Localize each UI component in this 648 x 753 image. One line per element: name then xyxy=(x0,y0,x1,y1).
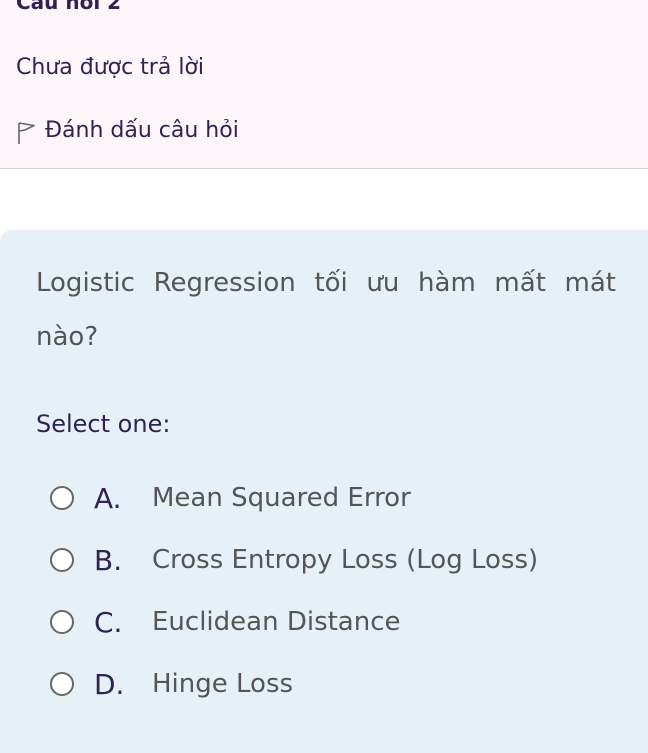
question-text: Logistic Regression tối ưu hàm mất mát n… xyxy=(36,268,616,352)
answer-option-b[interactable]: B. Cross Entropy Loss (Log Loss) xyxy=(50,540,538,580)
flag-question-toggle[interactable]: Đánh dấu câu hỏi xyxy=(16,114,239,146)
question-state: Chưa được trả lời xyxy=(16,55,205,80)
radio-button[interactable] xyxy=(50,486,74,510)
option-letter: B. xyxy=(94,543,123,577)
answer-option-a[interactable]: A. Mean Squared Error xyxy=(50,478,411,518)
radio-button[interactable] xyxy=(50,610,74,634)
answer-option-d[interactable]: D. Hinge Loss xyxy=(50,664,293,704)
option-label: Hinge Loss xyxy=(152,669,294,699)
option-label: Mean Squared Error xyxy=(152,483,411,513)
radio-button[interactable] xyxy=(50,672,74,696)
option-letter: D. xyxy=(94,667,125,701)
option-letter: A. xyxy=(94,481,122,515)
answer-option-c[interactable]: C. Euclidean Distance xyxy=(50,602,401,642)
flag-outline-icon xyxy=(16,121,36,145)
radio-button[interactable] xyxy=(50,548,74,572)
option-label: Cross Entropy Loss (Log Loss) xyxy=(152,545,539,575)
option-letter: C. xyxy=(94,605,123,639)
select-one-prompt: Select one: xyxy=(36,410,171,438)
flag-question-label: Đánh dấu câu hỏi xyxy=(45,117,239,143)
option-label: Euclidean Distance xyxy=(152,607,401,637)
question-number: Câu hỏi 2 xyxy=(16,0,122,14)
question-info-panel: Câu hỏi 2 Chưa được trả lời Đánh dấu câu… xyxy=(0,0,648,169)
